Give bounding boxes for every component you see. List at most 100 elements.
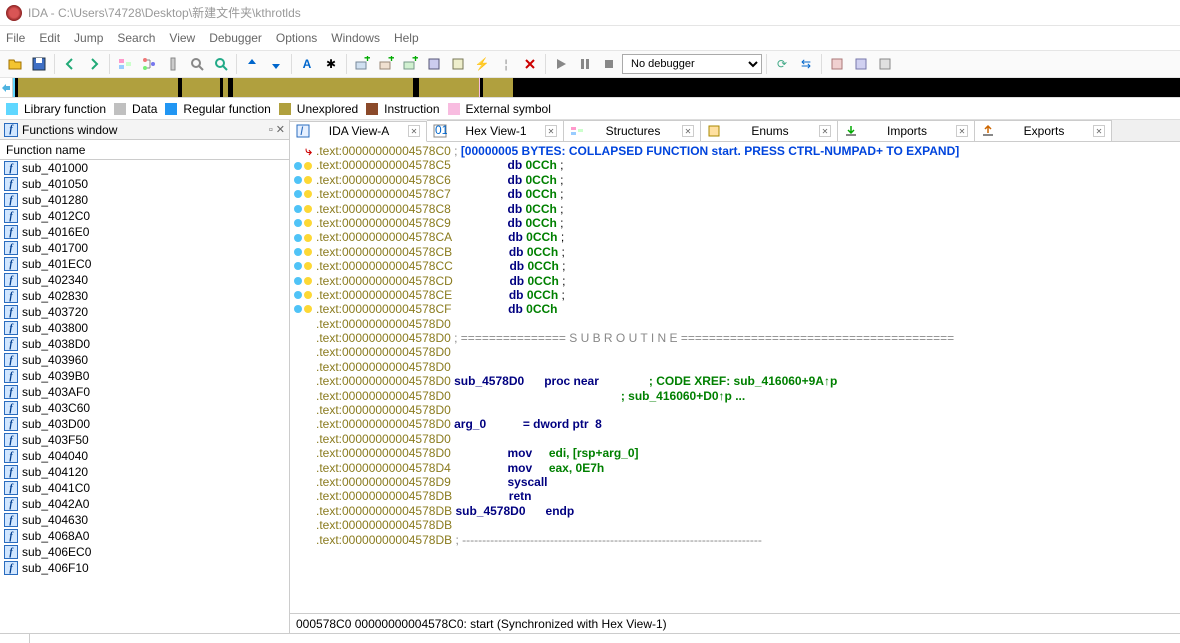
menu-search[interactable]: Search — [117, 31, 155, 45]
toolbar-sep-icon[interactable]: ¦ — [495, 53, 517, 75]
stop-icon[interactable] — [598, 53, 620, 75]
forward-icon[interactable] — [83, 53, 105, 75]
disasm-line[interactable]: .text:00000000004578CA db 0CCh ; — [292, 230, 1180, 244]
disasm-line[interactable]: .text:00000000004578C7 db 0CCh ; — [292, 187, 1180, 201]
function-item[interactable]: fsub_403800 — [0, 320, 289, 336]
function-item[interactable]: fsub_401000 — [0, 160, 289, 176]
tab-hex-view-1[interactable]: 01Hex View-1✕ — [427, 120, 564, 141]
tab-enums[interactable]: Enums✕ — [701, 120, 838, 141]
toolbar-plus3-icon[interactable]: + — [399, 53, 421, 75]
toolbar-block-icon[interactable] — [423, 53, 445, 75]
disasm-line[interactable]: .text:00000000004578C6 db 0CCh ; — [292, 173, 1180, 187]
toolbar-plus2-icon[interactable]: + — [375, 53, 397, 75]
disassembly-view[interactable]: ⤷.text:00000000004578C0 ; [00000005 BYTE… — [290, 142, 1180, 613]
function-item[interactable]: fsub_402340 — [0, 272, 289, 288]
tab-exports[interactable]: Exports✕ — [975, 120, 1112, 141]
disasm-line[interactable]: .text:00000000004578DB — [292, 518, 1180, 532]
function-item[interactable]: fsub_402830 — [0, 288, 289, 304]
disasm-line[interactable]: .text:00000000004578C8 db 0CCh ; — [292, 202, 1180, 216]
disasm-line[interactable]: .text:00000000004578CE db 0CCh ; — [292, 288, 1180, 302]
dropdown-icon[interactable]: ▫ ✕ — [269, 123, 285, 136]
save-icon[interactable] — [28, 53, 50, 75]
nav-arrow-icon[interactable] — [0, 78, 13, 97]
close-icon[interactable]: ✕ — [408, 125, 420, 137]
function-item[interactable]: fsub_403AF0 — [0, 384, 289, 400]
disasm-line[interactable]: .text:00000000004578D0 ; ===============… — [292, 331, 1180, 345]
disasm-line[interactable]: .text:00000000004578D0 arg_0 = dword ptr… — [292, 417, 1180, 431]
toolbar-block2-icon[interactable] — [447, 53, 469, 75]
function-item[interactable]: fsub_406EC0 — [0, 544, 289, 560]
menu-windows[interactable]: Windows — [331, 31, 380, 45]
function-item[interactable]: fsub_404040 — [0, 448, 289, 464]
toolbar-down-icon[interactable] — [265, 53, 287, 75]
function-item[interactable]: fsub_403960 — [0, 352, 289, 368]
toolbar-tree-icon[interactable] — [138, 53, 160, 75]
menu-debugger[interactable]: Debugger — [209, 31, 262, 45]
menu-edit[interactable]: Edit — [39, 31, 60, 45]
function-item[interactable]: fsub_404120 — [0, 464, 289, 480]
function-item[interactable]: fsub_4038D0 — [0, 336, 289, 352]
tab-ida-view-a[interactable]: IIDA View-A✕ — [290, 121, 427, 142]
function-item[interactable]: fsub_403D00 — [0, 416, 289, 432]
menu-help[interactable]: Help — [394, 31, 419, 45]
menu-options[interactable]: Options — [276, 31, 317, 45]
toolbar-text-icon[interactable]: A — [296, 53, 318, 75]
disasm-line[interactable]: .text:00000000004578D0 — [292, 345, 1180, 359]
function-item[interactable]: fsub_406F10 — [0, 560, 289, 576]
toolbar-marker-icon[interactable]: ✱ — [320, 53, 342, 75]
disasm-line[interactable]: .text:00000000004578CF db 0CCh — [292, 302, 1180, 316]
disasm-line[interactable]: .text:00000000004578D4 mov eax, 0E7h — [292, 461, 1180, 475]
disasm-line[interactable]: .text:00000000004578D0 — [292, 432, 1180, 446]
disasm-line[interactable]: .text:00000000004578C5 db 0CCh ; — [292, 158, 1180, 172]
menu-jump[interactable]: Jump — [74, 31, 103, 45]
toolbar-zoom-icon[interactable] — [210, 53, 232, 75]
close-icon[interactable]: ✕ — [956, 125, 968, 137]
disasm-line[interactable]: .text:00000000004578D0 mov edi, [rsp+arg… — [292, 446, 1180, 460]
close-icon[interactable]: ✕ — [1093, 125, 1105, 137]
toolbar-end2-icon[interactable] — [850, 53, 872, 75]
function-item[interactable]: fsub_401EC0 — [0, 256, 289, 272]
tab-imports[interactable]: Imports✕ — [838, 120, 975, 141]
close-icon[interactable]: ✕ — [545, 125, 557, 137]
menu-file[interactable]: File — [6, 31, 25, 45]
function-item[interactable]: fsub_403720 — [0, 304, 289, 320]
tab-structures[interactable]: Structures✕ — [564, 120, 701, 141]
disasm-line[interactable]: .text:00000000004578DB retn — [292, 489, 1180, 503]
function-item[interactable]: fsub_4012C0 — [0, 208, 289, 224]
toolbar-search-icon[interactable] — [186, 53, 208, 75]
toolbar-end3-icon[interactable] — [874, 53, 896, 75]
functions-column-header[interactable]: Function name — [0, 140, 289, 160]
function-item[interactable]: fsub_403C60 — [0, 400, 289, 416]
disasm-line[interactable]: .text:00000000004578D0 — [292, 360, 1180, 374]
toolbar-struct-icon[interactable] — [114, 53, 136, 75]
function-item[interactable]: fsub_401700 — [0, 240, 289, 256]
close-icon[interactable]: ✕ — [682, 125, 694, 137]
disasm-line[interactable]: .text:00000000004578CC db 0CCh ; — [292, 259, 1180, 273]
debugger-select[interactable]: No debugger — [622, 54, 762, 74]
pause-icon[interactable] — [574, 53, 596, 75]
disasm-line[interactable]: .text:00000000004578C9 db 0CCh ; — [292, 216, 1180, 230]
disasm-line[interactable]: .text:00000000004578D0 ; sub_416060+D0↑p… — [292, 389, 1180, 403]
function-item[interactable]: fsub_401280 — [0, 192, 289, 208]
functions-list[interactable]: fsub_401000fsub_401050fsub_401280fsub_40… — [0, 160, 289, 633]
function-item[interactable]: fsub_403F50 — [0, 432, 289, 448]
function-item[interactable]: fsub_4042A0 — [0, 496, 289, 512]
disasm-line[interactable]: .text:00000000004578D9 syscall — [292, 475, 1180, 489]
toolbar-bolt-icon[interactable]: ⚡ — [471, 53, 493, 75]
toolbar-plus1-icon[interactable]: + — [351, 53, 373, 75]
toolbar-end1-icon[interactable] — [826, 53, 848, 75]
disasm-line[interactable]: .text:00000000004578D0 — [292, 317, 1180, 331]
disasm-line[interactable]: ⤷.text:00000000004578C0 ; [00000005 BYTE… — [292, 144, 1180, 158]
disasm-line[interactable]: .text:00000000004578DB ; ---------------… — [292, 533, 1180, 547]
menu-view[interactable]: View — [169, 31, 195, 45]
toolbar-sync-icon[interactable]: ⇆ — [795, 53, 817, 75]
open-icon[interactable] — [4, 53, 26, 75]
toolbar-list-icon[interactable] — [162, 53, 184, 75]
navigation-band[interactable] — [0, 78, 1180, 98]
function-item[interactable]: fsub_401050 — [0, 176, 289, 192]
function-item[interactable]: fsub_4039B0 — [0, 368, 289, 384]
function-item[interactable]: fsub_404630 — [0, 512, 289, 528]
function-item[interactable]: fsub_4041C0 — [0, 480, 289, 496]
play-icon[interactable] — [550, 53, 572, 75]
close-icon[interactable]: ✕ — [819, 125, 831, 137]
